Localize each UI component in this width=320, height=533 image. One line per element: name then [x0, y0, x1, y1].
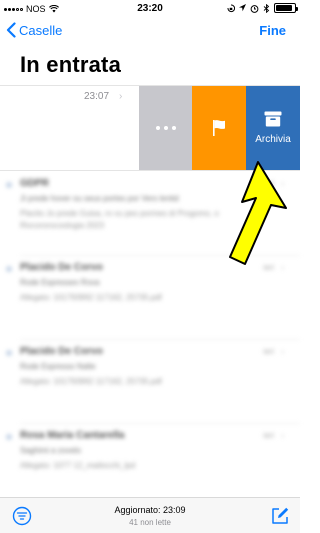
back-button[interactable]: Caselle [6, 22, 62, 38]
archive-box-icon [264, 111, 282, 127]
message-subject: Rode Espresso Nalte [20, 362, 96, 371]
annotation-arrow-icon [229, 161, 287, 265]
compose-icon[interactable] [270, 506, 290, 526]
message-row[interactable]: Placido De Corvo ieri › Rode Espresso Na… [0, 340, 300, 424]
chevron-right-icon: › [281, 347, 284, 356]
message-row[interactable]: Rosa Maria Cantarella ieri › Saghimi a z… [0, 424, 300, 508]
location-icon [239, 4, 246, 12]
bluetooth-icon [263, 3, 270, 13]
unread-indicator [6, 350, 12, 356]
message-time: 23:07 [84, 91, 110, 102]
rotation-lock-icon [227, 4, 235, 12]
chevron-right-icon: › [281, 431, 284, 440]
more-action-button[interactable] [139, 86, 192, 170]
status-bar: NOS 23:20 [0, 0, 300, 18]
unread-indicator [6, 266, 12, 272]
message-preview: Allegato: 101793992 117162, 25735.pdf [20, 293, 162, 302]
last-updated-text: Aggiornato: 23:09 [114, 505, 186, 515]
message-time: ieri [263, 431, 274, 440]
alarm-icon [250, 4, 259, 13]
message-subject: Rode Espressex Rova [20, 278, 100, 287]
message-preview: Allegato: 101793992 117162, 25735.pdf [20, 377, 162, 386]
archive-label: Archivia [255, 134, 291, 145]
back-button-label: Caselle [19, 22, 63, 38]
message-time: ieri [263, 347, 274, 356]
unread-indicator [6, 182, 12, 188]
flag-icon [213, 120, 225, 136]
chevron-left-icon [6, 22, 16, 38]
status-right [227, 3, 298, 13]
battery-icon [274, 3, 298, 13]
message-subject: Saghimi a zovelo [20, 446, 81, 455]
unread-count: 41 non lette [129, 518, 171, 527]
unread-indicator [6, 434, 12, 440]
ellipsis-icon [155, 126, 176, 130]
page-title: In entrata [20, 52, 122, 77]
message-sender: Placido De Corvo [20, 262, 103, 273]
done-button[interactable]: Fine [259, 23, 286, 38]
message-preview: Allegato: 1077 12_mailocchi_lpd [20, 461, 136, 470]
chevron-right-icon: › [119, 91, 123, 102]
bottom-toolbar: Aggiornato: 23:09 41 non lette [0, 497, 300, 533]
message-sender: Placido De Corvo [20, 346, 103, 357]
message-sender: GDPR [20, 178, 49, 189]
message-sender: Rosa Maria Cantarella [20, 430, 125, 441]
